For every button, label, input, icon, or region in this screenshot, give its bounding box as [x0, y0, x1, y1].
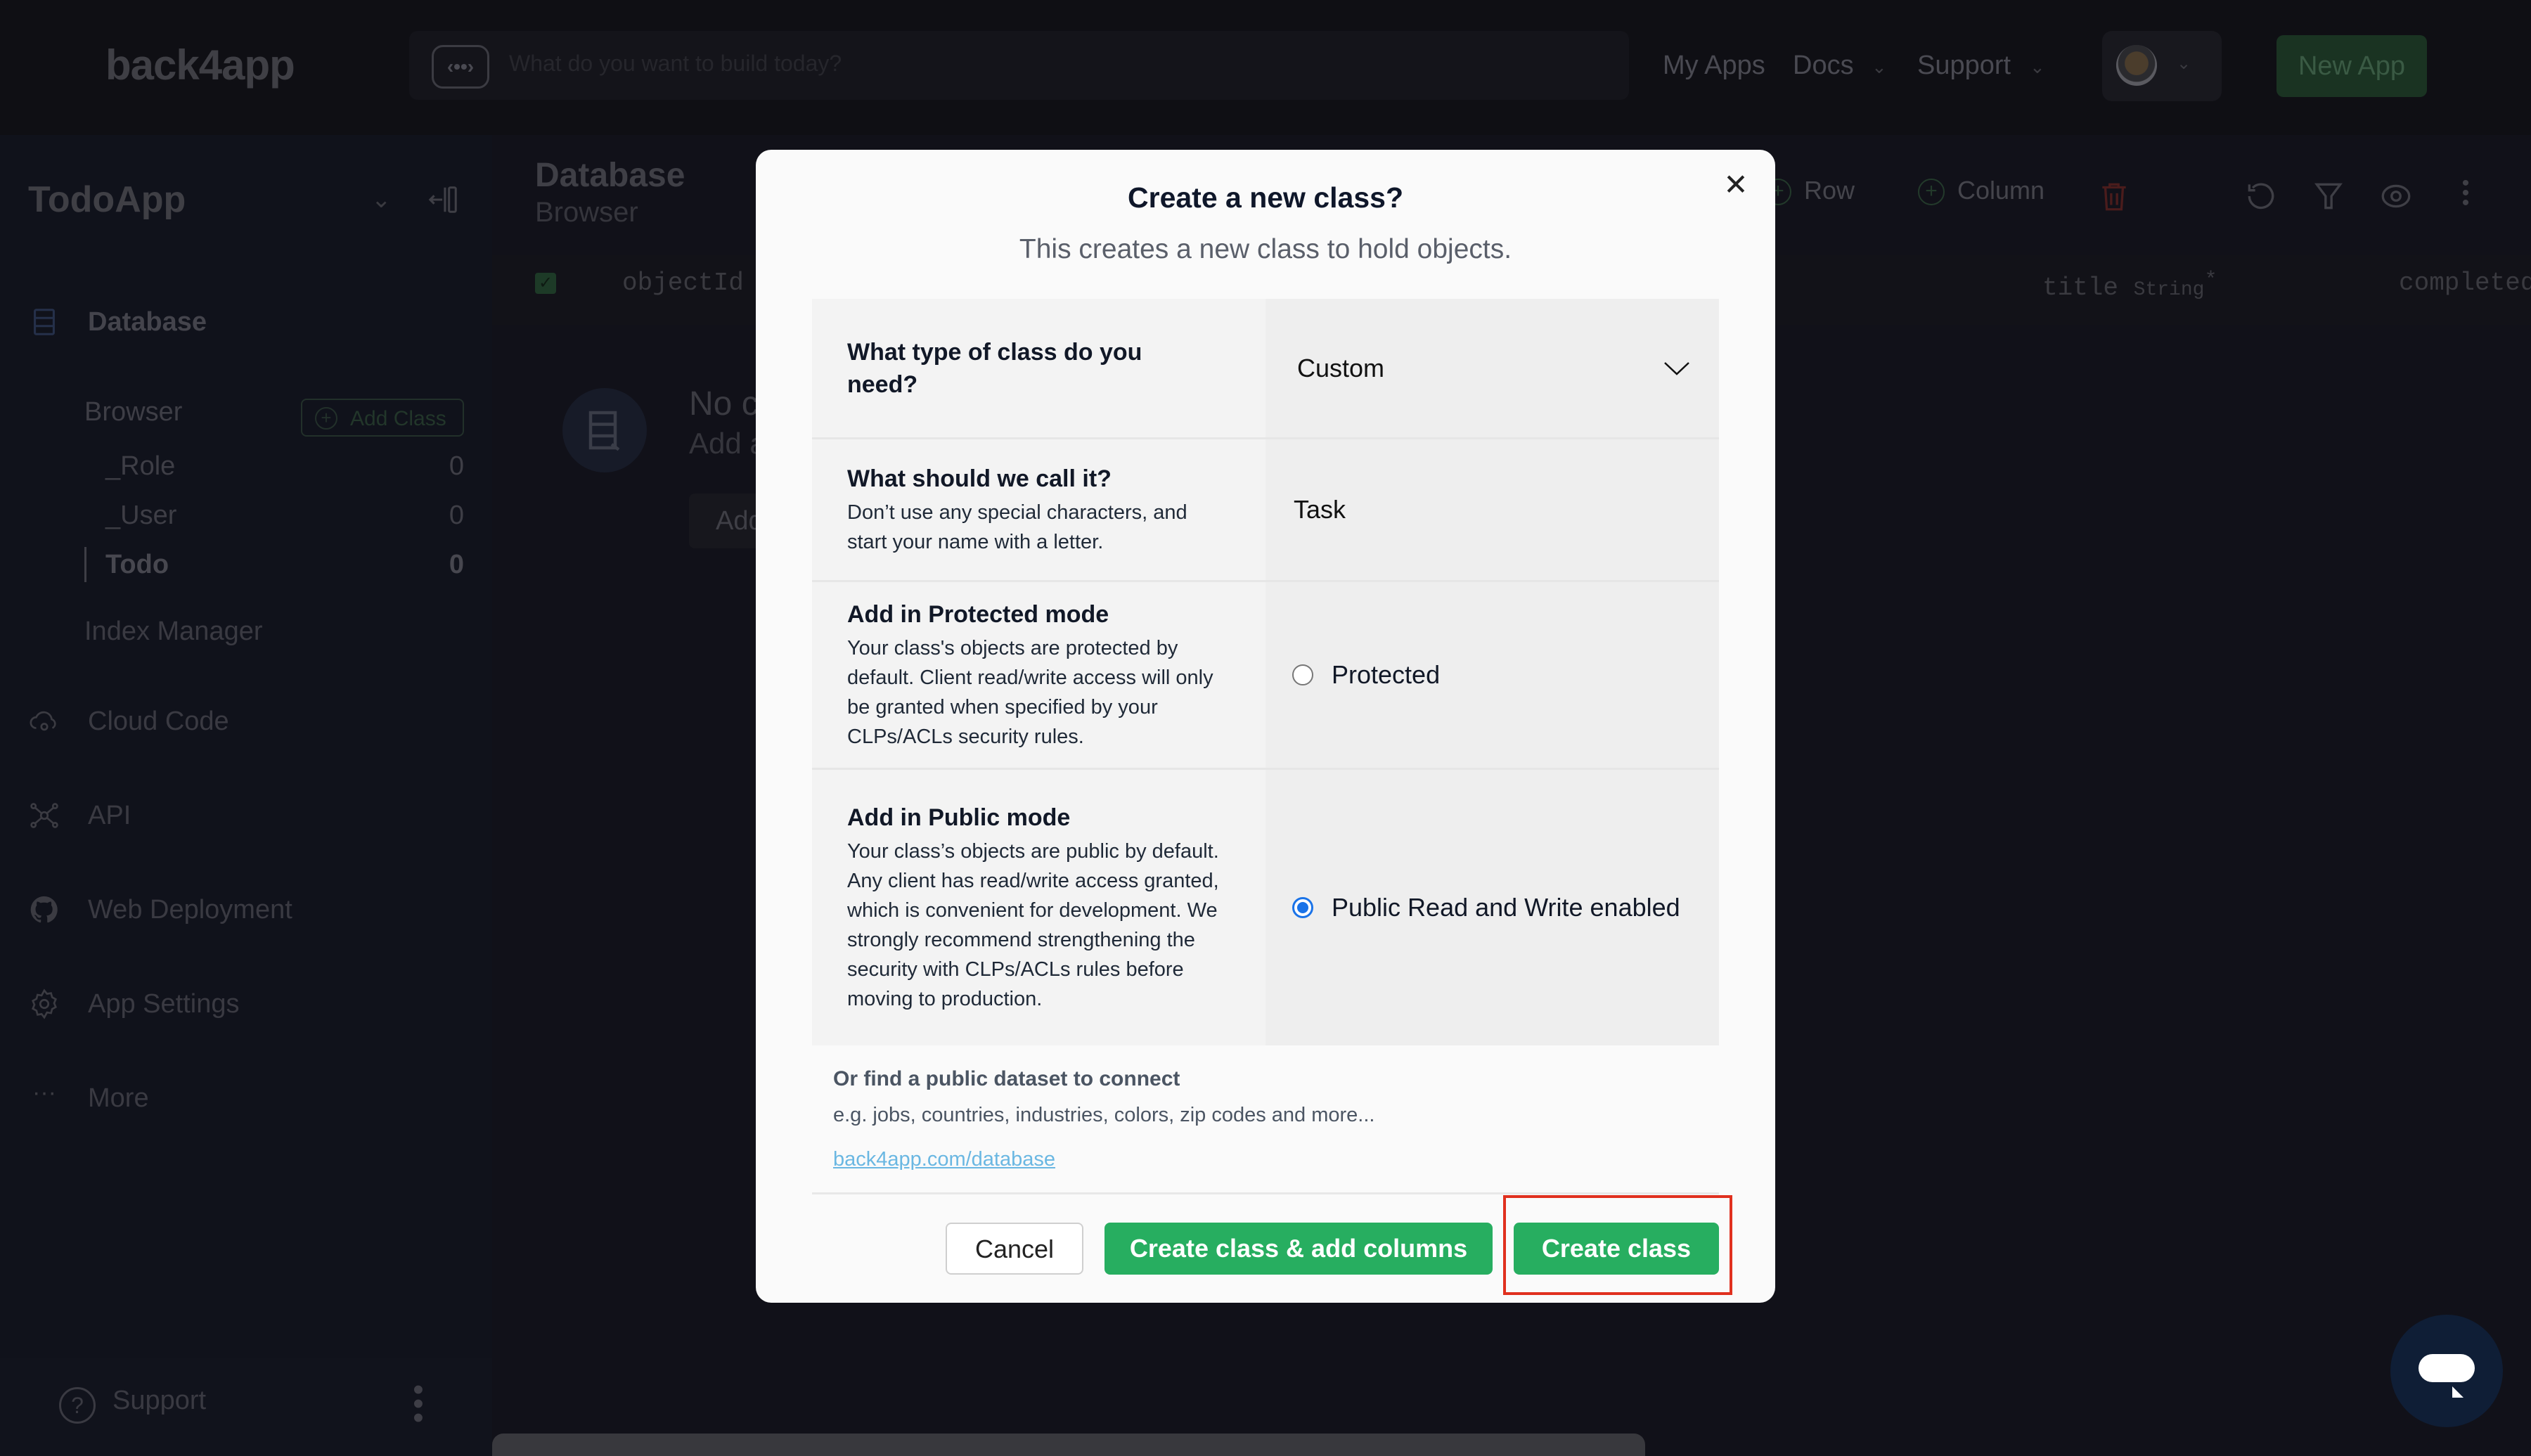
dataset-link[interactable]: back4app.com/database: [833, 1148, 1055, 1171]
class-type-value: Custom: [1297, 353, 1385, 382]
protected-mode-help: Your class's objects are protected by de…: [847, 637, 1213, 748]
chat-support-button[interactable]: [2390, 1315, 2503, 1427]
public-radio-label: Public Read and Write enabled: [1332, 893, 1680, 922]
create-class-dialog: ✕ Create a new class? This creates a new…: [756, 150, 1775, 1303]
form-row-class-name: What should we call it? Don’t use any sp…: [812, 439, 1719, 582]
protected-radio[interactable]: [1292, 664, 1313, 685]
divider: [812, 1192, 1719, 1194]
form-row-public-mode: Add in Public mode Your class’s objects …: [812, 770, 1719, 1045]
class-name-help: Don’t use any special characters, and st…: [847, 501, 1187, 553]
class-name-label: What should we call it?: [847, 465, 1112, 492]
dataset-examples: e.g. jobs, countries, industries, colors…: [833, 1104, 1375, 1126]
dataset-heading: Or find a public dataset to connect: [833, 1067, 1180, 1090]
cancel-button[interactable]: Cancel: [946, 1223, 1083, 1275]
public-radio-option[interactable]: Public Read and Write enabled: [1292, 893, 1680, 922]
chat-bubble-icon: [2419, 1354, 2475, 1382]
chat-bubble-tail: [2452, 1386, 2464, 1398]
public-dataset-section: Or find a public dataset to connect e.g.…: [833, 1067, 1374, 1171]
chevron-down-icon: [1664, 361, 1689, 375]
protected-mode-label: Add in Protected mode: [847, 601, 1109, 628]
create-class-button[interactable]: Create class: [1514, 1223, 1719, 1275]
create-class-add-columns-button[interactable]: Create class & add columns: [1105, 1223, 1493, 1275]
public-mode-help: Your class’s objects are public by defau…: [847, 840, 1219, 1010]
class-name-input[interactable]: [1294, 489, 1691, 531]
protected-radio-label: Protected: [1332, 660, 1441, 689]
class-type-label: What type of class do you need?: [847, 338, 1142, 398]
public-mode-label: Add in Public mode: [847, 804, 1071, 831]
dialog-subtitle: This creates a new class to hold objects…: [1019, 234, 1512, 264]
public-radio[interactable]: [1292, 897, 1313, 918]
class-type-select[interactable]: Custom: [1297, 299, 1691, 437]
form-row-class-type: What type of class do you need? Custom: [812, 299, 1719, 439]
form-row-protected-mode: Add in Protected mode Your class's objec…: [812, 582, 1719, 770]
class-form: What type of class do you need? Custom W…: [812, 299, 1719, 1045]
dialog-title: Create a new class?: [1128, 181, 1403, 214]
protected-radio-option[interactable]: Protected: [1292, 660, 1440, 690]
